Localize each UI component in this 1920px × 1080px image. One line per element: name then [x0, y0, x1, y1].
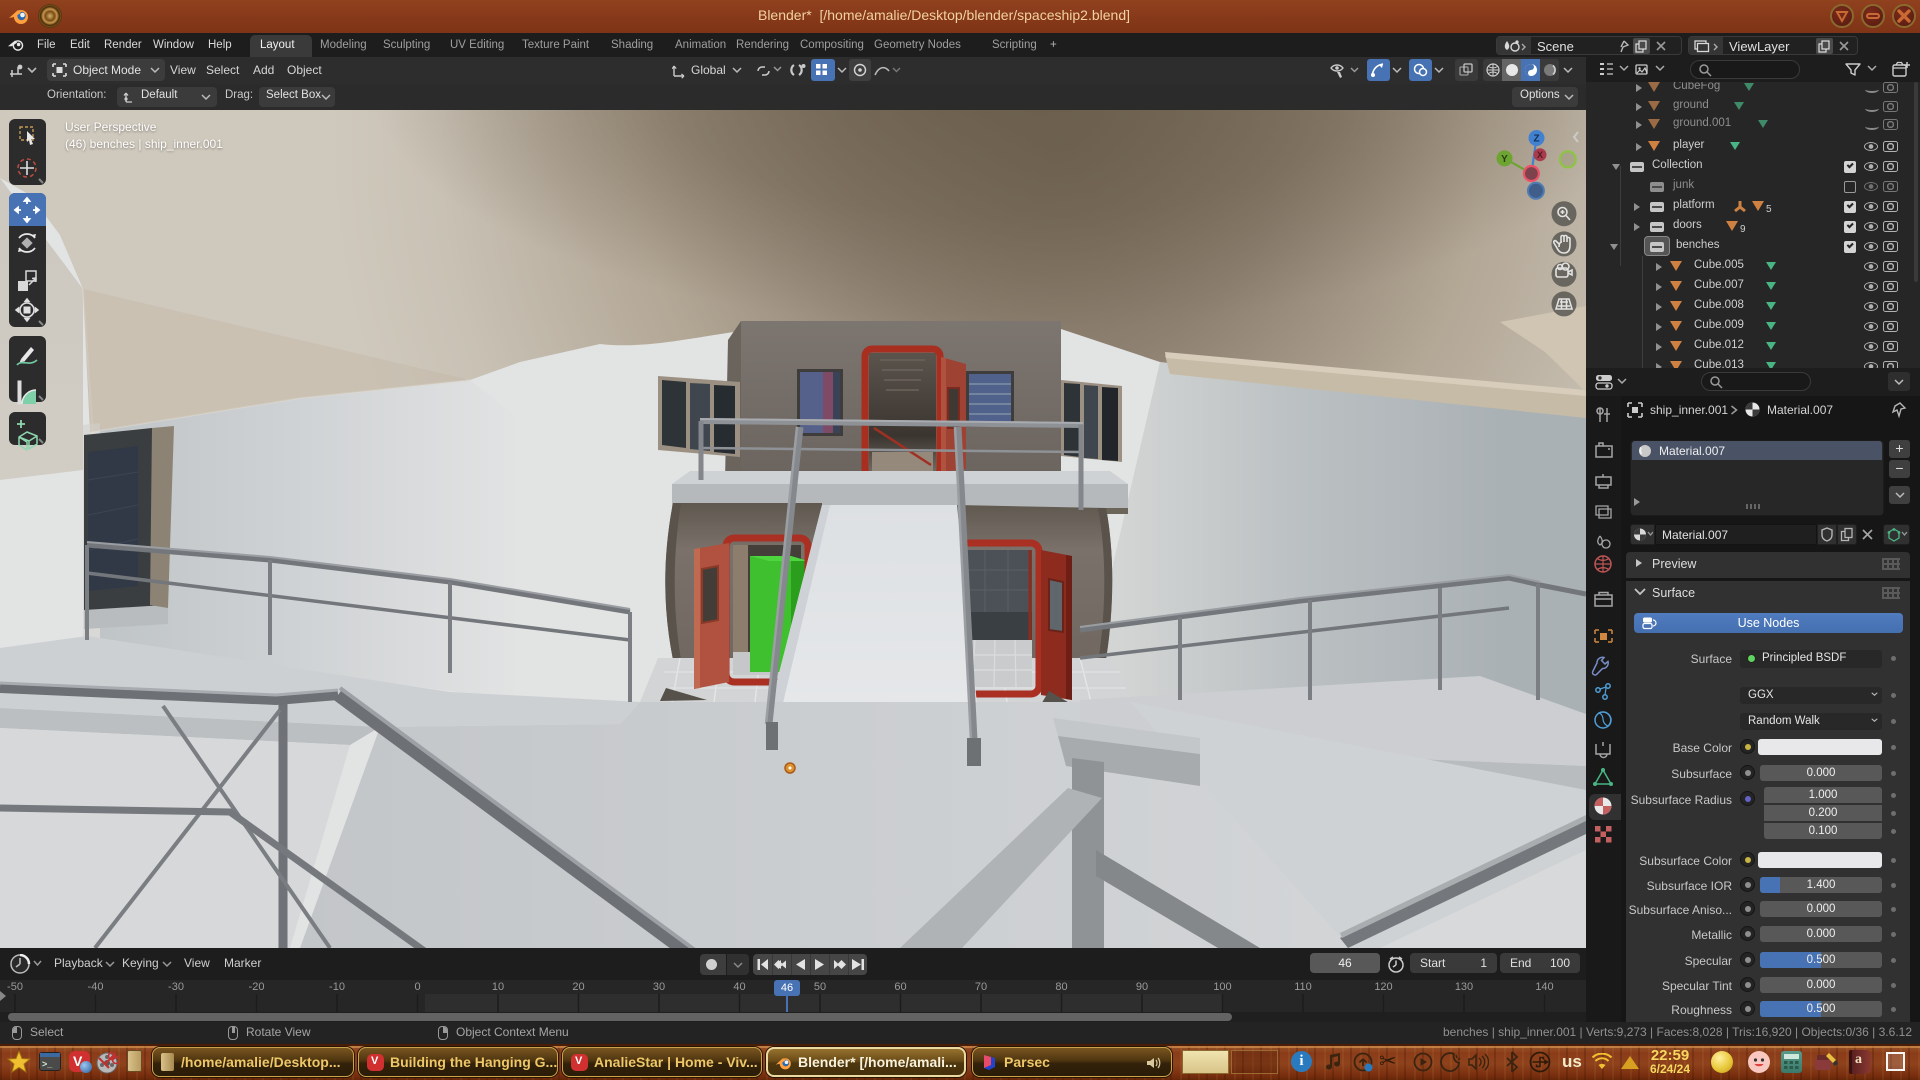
- svg-text:Y: Y: [1501, 154, 1508, 165]
- svg-text:120: 120: [1374, 981, 1392, 993]
- svg-text:Z: Z: [1533, 134, 1539, 145]
- svg-text:-50: -50: [7, 981, 23, 993]
- svg-text:20: 20: [572, 981, 584, 993]
- svg-text:100: 100: [1213, 981, 1231, 993]
- svg-text:40: 40: [733, 981, 745, 993]
- svg-text:140: 140: [1535, 981, 1553, 993]
- svg-text:50: 50: [814, 981, 826, 993]
- svg-text:-40: -40: [88, 981, 104, 993]
- svg-text:130: 130: [1455, 981, 1473, 993]
- svg-text:-20: -20: [249, 981, 265, 993]
- svg-text:80: 80: [1055, 981, 1067, 993]
- svg-text:30: 30: [653, 981, 665, 993]
- svg-text:70: 70: [975, 981, 987, 993]
- svg-text:60: 60: [894, 981, 906, 993]
- svg-text:0: 0: [414, 981, 420, 993]
- svg-text:-10: -10: [329, 981, 345, 993]
- svg-text:10: 10: [492, 981, 504, 993]
- svg-text:-30: -30: [168, 981, 184, 993]
- svg-text:X: X: [1537, 150, 1543, 160]
- svg-text:90: 90: [1136, 981, 1148, 993]
- svg-text:110: 110: [1294, 981, 1312, 993]
